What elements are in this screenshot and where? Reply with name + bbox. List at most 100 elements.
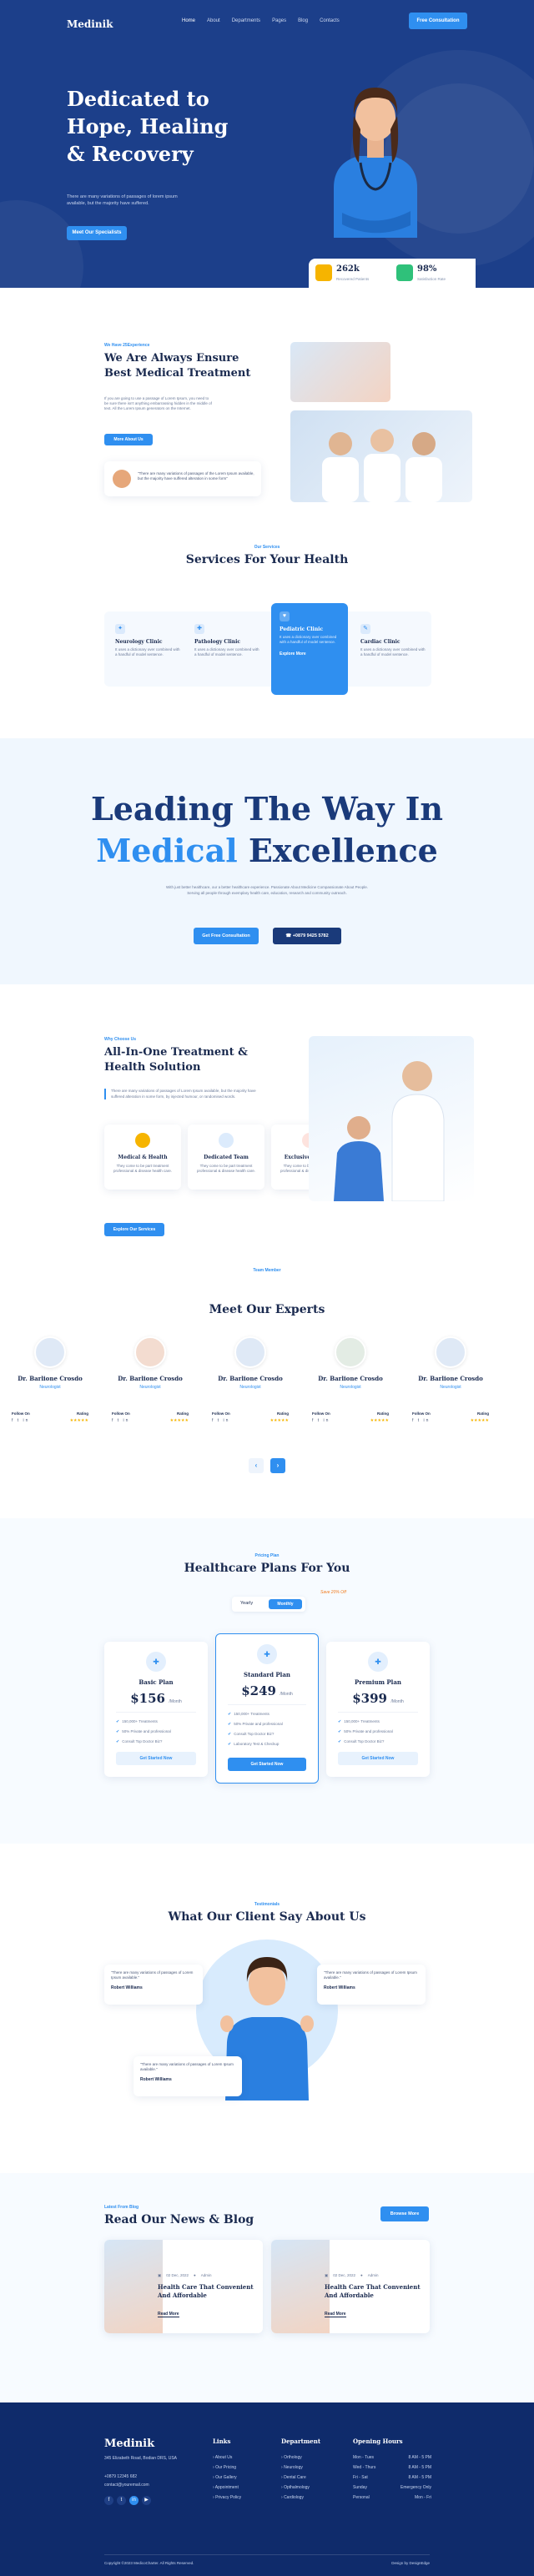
social-icons[interactable]: f t in [312, 1418, 330, 1423]
plan-get-started-button[interactable]: Get Started Now [116, 1752, 196, 1765]
about-quote-card: "There are many variations of passages o… [104, 461, 261, 496]
blog-card[interactable]: ▣ 02 Dec, 2022 ● Admin Health Care That Co… [271, 2240, 430, 2333]
footer-department[interactable]: › Orthology [281, 2453, 310, 2463]
prev-arrow-icon[interactable]: ‹ [249, 1458, 264, 1473]
footer-logo[interactable]: Medinik [104, 2438, 154, 2450]
social-icons[interactable]: f t in [112, 1418, 129, 1423]
plan-get-started-button[interactable]: Get Started Now [338, 1752, 418, 1765]
next-arrow-icon[interactable]: › [270, 1458, 285, 1473]
doctor-card[interactable]: Dr. Barlione Crosdo Neurologist Follow O… [112, 1336, 189, 1432]
why-title-line: All-In-One Treatment & [104, 1046, 248, 1059]
phone-button[interactable]: ☎ +0879 9425 5782 [273, 928, 341, 944]
plan-features: ✔ 150,000+ Treatments ✔ 50% Private and pro… [228, 1704, 306, 1747]
check-icon: ✔ [116, 1739, 120, 1744]
service-card-pathology[interactable]: ✚ Pathology Clinic It uses a dictionary … [194, 624, 261, 657]
nav-item-blog[interactable]: Blog [298, 18, 308, 23]
footer-departments: › Orthology › Neurology › Dental Care › Opt… [281, 2453, 310, 2503]
browse-more-button[interactable]: Browse More [380, 2206, 429, 2221]
service-card-cardiac[interactable]: ✎ Cardiac Clinic It uses a dictionary ov… [360, 624, 427, 657]
footer-links-title: Links [213, 2438, 231, 2445]
service-card-pediatric[interactable]: ♥ Pediatric Clinic It uses a dictionary … [271, 603, 348, 695]
explore-services-button[interactable]: Explore Our Services [104, 1223, 164, 1236]
plan-feature: ✔ Consult Top Doctor Biz? [338, 1739, 418, 1744]
footer-link-text: Privacy Policy [215, 2495, 242, 2500]
experts-section: Team Member Meet Our Experts Dr. Barlion… [0, 1268, 534, 1518]
plan-get-started-button[interactable]: Get Started Now [228, 1758, 306, 1771]
testimonial-card: "There are many variations of passages o… [317, 1965, 426, 2005]
service-title: Cardiac Clinic [360, 639, 400, 645]
satisfaction-icon [396, 264, 413, 281]
testimonial-quote: "There are many variations of passages o… [111, 1970, 194, 1980]
linkedin-icon[interactable]: in [129, 2496, 139, 2505]
footer-link[interactable]: › Our Pricing [213, 2463, 241, 2473]
read-more-link[interactable]: Read More [325, 2312, 346, 2317]
youtube-icon[interactable]: ▶ [142, 2496, 151, 2505]
hours-day: Fri - Sat [353, 2475, 368, 2480]
blog-post-title[interactable]: Health Care That Convenient And Affordab… [325, 2283, 423, 2299]
free-consultation-button[interactable]: Free Consultation [409, 13, 467, 29]
social-icons[interactable]: f t in [12, 1418, 29, 1423]
plan-card: ✚ Premium Plan $399 /Month ✔ 150,000+ Tre… [326, 1642, 430, 1777]
nav-item-pages[interactable]: Pages [272, 18, 286, 23]
explore-more-link[interactable]: Explore More [280, 652, 340, 657]
doctor-card[interactable]: Dr. Barlione Crosdo Neurologist Follow O… [312, 1336, 389, 1432]
hero-section: Medinik Home About Departments Pages Blo… [0, 0, 534, 288]
more-about-button[interactable]: More About Us [104, 434, 153, 445]
nav-item-departments[interactable]: Departments [232, 18, 260, 23]
footer-hours-row: Mon - Tues 8 AM - 5 PM [353, 2453, 431, 2463]
footer-department[interactable]: › Opthalmology [281, 2483, 310, 2493]
phone-icon: ☎ [285, 933, 293, 938]
nav-item-home[interactable]: Home [182, 18, 195, 23]
service-title: Pediatric Clinic [280, 626, 324, 632]
hero-title-line: Dedicated to [67, 87, 209, 111]
doctor-card[interactable]: Dr. Barlione Crosdo Neurologist Follow O… [412, 1336, 489, 1432]
footer-department[interactable]: › Neurology [281, 2463, 310, 2473]
nav-item-about[interactable]: About [207, 18, 220, 23]
footer-link-text: Appointment [214, 2485, 239, 2490]
save-note: Save 20% Off [320, 1590, 346, 1595]
testimonial-quote: "There are many variations of passages o… [324, 1970, 417, 1980]
footer-link-text: Our Pricing [215, 2465, 237, 2470]
footer-link[interactable]: › Privacy Policy [213, 2493, 241, 2503]
check-icon: ✔ [116, 1719, 120, 1724]
get-consultation-button[interactable]: Get Free Consultation [194, 928, 259, 944]
footer-email[interactable]: contact@youremail.com [104, 2483, 149, 2488]
experts-title: Meet Our Experts [209, 1303, 325, 1316]
hero-nurse-image [317, 46, 434, 238]
hours-time: 8 AM - 5 PM [408, 2455, 431, 2460]
hours-day: Mon - Tues [353, 2455, 375, 2460]
why-doctor-image [309, 1036, 474, 1202]
doctor-meta-values: f t in ★★★★★ [12, 1418, 88, 1423]
follow-label: Follow On [312, 1411, 330, 1416]
footer-department-text: Neurology [284, 2465, 303, 2470]
footer-link[interactable]: › Appointment [213, 2483, 241, 2493]
footer-department[interactable]: › Cardiology [281, 2493, 310, 2503]
footer-link[interactable]: › Our Gallery [213, 2473, 241, 2483]
footer-link[interactable]: › About Us [213, 2453, 241, 2463]
quote-avatar [113, 470, 131, 488]
doctor-card[interactable]: Dr. Barlione Crosdo Neurologist Follow O… [212, 1336, 289, 1432]
meet-specialists-button[interactable]: Meet Our Specialists [67, 226, 127, 240]
doctor-card[interactable]: Dr. Barlione Crosdo Neurologist Follow O… [12, 1336, 88, 1432]
billing-toggle: Yearly Monthly [232, 1597, 305, 1612]
brand-logo[interactable]: Medinik [67, 18, 113, 30]
twitter-icon[interactable]: t [117, 2496, 126, 2505]
toggle-monthly[interactable]: Monthly [269, 1599, 302, 1609]
toggle-yearly[interactable]: Yearly [240, 1601, 253, 1606]
social-icons[interactable]: f t in [412, 1418, 430, 1423]
testimonials-title: What Our Client Say About Us [168, 1910, 366, 1924]
hours-day: Wed - Thurs [353, 2465, 376, 2470]
social-icons[interactable]: f t in [212, 1418, 229, 1423]
facebook-icon[interactable]: f [104, 2496, 113, 2505]
nav-item-contacts[interactable]: Contacts [320, 18, 340, 23]
follow-label: Follow On [112, 1411, 130, 1416]
blog-image [104, 2240, 163, 2333]
plan-feature: ✔ 50% Private and professional [338, 1729, 418, 1734]
read-more-link[interactable]: Read More [158, 2312, 179, 2317]
blog-post-title[interactable]: Health Care That Convenient And Affordab… [158, 2283, 256, 2299]
service-card-neurology[interactable]: ✦ Neurology Clinic It uses a dictionary … [115, 624, 182, 657]
footer-department[interactable]: › Dental Care [281, 2473, 310, 2483]
experts-kicker: Team Member [253, 1268, 281, 1273]
blog-card[interactable]: ▣ 02 Dec, 2022 ● Admin Health Care That Co… [104, 2240, 263, 2333]
service-text: It uses a dictionary over combined with … [194, 647, 259, 657]
